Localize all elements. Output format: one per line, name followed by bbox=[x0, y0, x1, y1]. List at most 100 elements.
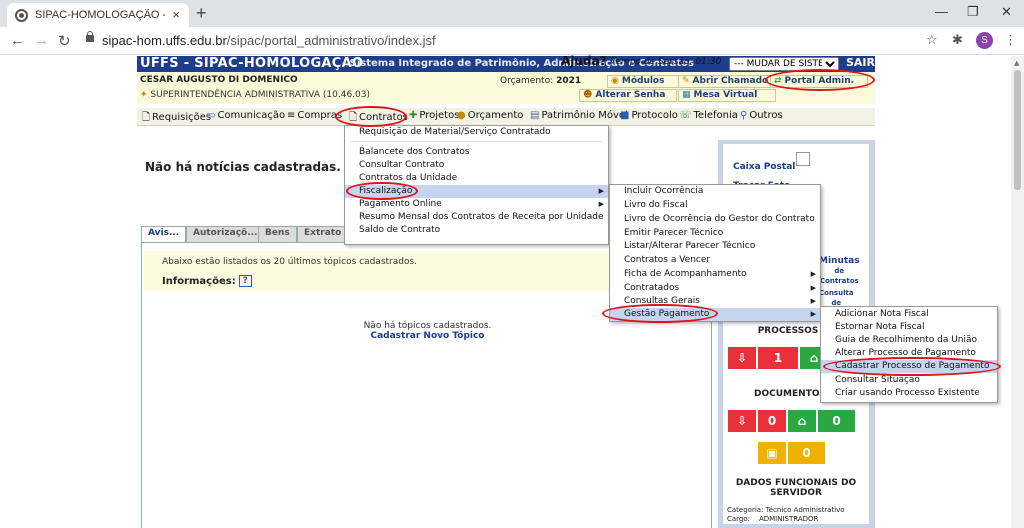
annotation-ring-cadastrar-processo bbox=[823, 357, 1001, 376]
main-menu-bar: 🗋 Requisições ▭ Comunicação ≡ Compras 🗋 Cont… bbox=[137, 108, 875, 126]
logout-button[interactable]: SAIR bbox=[846, 56, 875, 69]
extensions-puzzle-icon[interactable]: ✱ bbox=[952, 33, 963, 48]
menu-item-resumo-mensal[interactable]: Resumo Mensal dos Contratos de Receita p… bbox=[345, 211, 608, 224]
address-bar[interactable]: sipac-hom.uffs.edu.br/sipac/portal_admin… bbox=[80, 30, 925, 52]
menu-item-balancete[interactable]: Balancete dos Contratos bbox=[345, 146, 608, 159]
menu-item-requisicao-material[interactable]: Requisição de Material/Serviço Contratad… bbox=[345, 126, 608, 139]
tab-close-icon[interactable]: × bbox=[172, 7, 180, 22]
annotation-ring-contratos bbox=[335, 106, 407, 127]
new-topic-link[interactable]: Cadastrar Novo Tópico bbox=[142, 331, 713, 341]
menu-item-livro-ocorrencia-gestor[interactable]: Livro de Ocorrência do Gestor do Contrat… bbox=[610, 213, 820, 226]
document-icon: 🗋 bbox=[142, 112, 151, 123]
help-question-icon[interactable]: ? bbox=[238, 275, 252, 287]
orcamento-year: Orçamento: 2021 bbox=[500, 76, 582, 86]
forward-arrow-icon[interactable]: → bbox=[34, 32, 49, 49]
coins-icon: ● bbox=[457, 110, 466, 121]
bookmark-star-icon[interactable]: ☆ bbox=[926, 33, 938, 48]
user-name: CESAR AUGUSTO DI DOMENICO bbox=[140, 75, 298, 85]
gestao-pagamento-submenu: Adicionar Nota Fiscal Estornar Nota Fisc… bbox=[820, 306, 998, 403]
window-close-button[interactable]: ✕ bbox=[1001, 4, 1012, 20]
page-scrollbar[interactable]: ▲ bbox=[1011, 56, 1024, 528]
menu-item-contratados[interactable]: Contratados ▶ bbox=[610, 282, 820, 295]
submenu-arrow-icon: ▶ bbox=[810, 310, 816, 318]
documentos-count-3[interactable]: 0 bbox=[788, 442, 825, 464]
alterar-senha-button[interactable]: ☻ Alterar Senha bbox=[579, 89, 677, 102]
tab-extrato[interactable]: Extrato bbox=[297, 226, 349, 242]
protocol-icon: ■ bbox=[620, 110, 630, 121]
scrollbar-thumb[interactable] bbox=[1014, 70, 1021, 190]
menu-item-listar-parecer[interactable]: Listar/Alterar Parecer Técnico bbox=[610, 240, 820, 253]
menu-comunicacao[interactable]: ▭ Comunicação bbox=[206, 110, 285, 121]
dados-funcionais-details: Categoria: Técnico Administrativo Cargo:… bbox=[727, 506, 845, 523]
menu-projetos[interactable]: ✚ Projetos bbox=[409, 110, 459, 121]
window-minimize-button[interactable]: — bbox=[935, 4, 948, 19]
menu-item-criar-processo-existente[interactable]: Criar usando Processo Existente bbox=[821, 387, 997, 400]
inventory-icon: ▤ bbox=[530, 110, 540, 121]
site-favicon-icon bbox=[15, 8, 28, 22]
menu-item-gru[interactable]: Guia de Recolhimento da União bbox=[821, 334, 997, 347]
minutas-link[interactable]: Minutas de Contratos bbox=[819, 256, 860, 286]
menu-item-contratos-vencer[interactable]: Contratos a Vencer bbox=[610, 254, 820, 267]
no-news-message: Não há notícias cadastradas. bbox=[145, 160, 341, 174]
processos-count[interactable]: 1 bbox=[758, 347, 798, 369]
scroll-up-icon[interactable]: ▲ bbox=[1014, 59, 1019, 67]
profile-avatar[interactable]: S bbox=[976, 32, 993, 49]
menu-orcamento[interactable]: ● Orçamento bbox=[457, 110, 523, 121]
new-tab-button[interactable]: + bbox=[196, 3, 207, 24]
browser-tab-strip: SIPAC-HOMOLOGAÇÃO - Sistema × + — ❐ ✕ bbox=[0, 0, 1024, 27]
tab-title: SIPAC-HOMOLOGAÇÃO - Sistema bbox=[35, 9, 165, 21]
menu-protocolo[interactable]: ■ Protocolo bbox=[620, 110, 678, 121]
abrir-chamado-button[interactable]: ✎ Abrir Chamado bbox=[678, 75, 776, 88]
menu-item-adicionar-nf[interactable]: Adicionar Nota Fiscal bbox=[821, 308, 997, 321]
menu-item-emitir-parecer[interactable]: Emitir Parecer Técnico bbox=[610, 227, 820, 240]
annotation-ring-fiscalizacao bbox=[346, 182, 418, 200]
menu-patrimonio[interactable]: ▤ Patrimônio Móvel bbox=[530, 110, 628, 121]
lock-icon bbox=[86, 31, 94, 42]
tab-autorizacoes[interactable]: Autorizaçõ... bbox=[186, 226, 265, 242]
menu-item-ficha-acompanhamento[interactable]: Ficha de Acompanhamento ▶ bbox=[610, 268, 820, 281]
submenu-arrow-icon: ▶ bbox=[810, 284, 816, 292]
back-arrow-icon[interactable]: ← bbox=[10, 32, 25, 49]
menu-requisicoes[interactable]: 🗋 Requisições bbox=[142, 110, 211, 127]
modulos-icon: ◉ bbox=[611, 76, 619, 86]
search-icon: ⚲ bbox=[740, 110, 748, 121]
user-info-bar: CESAR AUGUSTO DI DOMENICO ✦ SUPERINTENDÊ… bbox=[137, 72, 875, 104]
message-icon: ▭ bbox=[206, 110, 216, 121]
no-topics-message: Não há tópicos cadastrados. bbox=[363, 321, 492, 331]
documentos-download-icon[interactable]: ⇩ bbox=[728, 410, 756, 432]
menu-separator bbox=[351, 141, 601, 142]
processos-download-icon[interactable]: ⇩ bbox=[728, 347, 756, 369]
browser-tab[interactable]: SIPAC-HOMOLOGAÇÃO - Sistema × bbox=[7, 3, 189, 27]
desk-icon: ▦ bbox=[682, 90, 691, 100]
menu-outros[interactable]: ⚲ Outros bbox=[740, 110, 783, 121]
tab-bens[interactable]: Bens bbox=[258, 226, 297, 242]
consulta-link[interactable]: Consulta de bbox=[819, 288, 854, 308]
submenu-arrow-icon: ▶ bbox=[810, 270, 816, 278]
reload-icon[interactable]: ↻ bbox=[58, 32, 71, 50]
documentos-count-1[interactable]: 0 bbox=[758, 410, 786, 432]
menu-compras[interactable]: ≡ Compras bbox=[287, 110, 342, 121]
menu-item-estornar-nf[interactable]: Estornar Nota Fiscal bbox=[821, 321, 997, 334]
caixa-postal-link[interactable]: Caixa Postal bbox=[733, 162, 795, 172]
annotation-ring-gestao-pagamento bbox=[602, 304, 718, 323]
documentos-home-icon[interactable]: ⌂ bbox=[788, 410, 816, 432]
menu-item-incluir-ocorrencia[interactable]: Incluir Ocorrência bbox=[610, 185, 820, 198]
help-link[interactable]: Ajuda? bbox=[561, 54, 607, 68]
wrench-icon: ✎ bbox=[682, 76, 690, 86]
submenu-arrow-icon: ▶ bbox=[598, 187, 604, 195]
page-content: UFFS - SIPAC-HOMOLOGAÇÃO - Sistema Integ… bbox=[0, 54, 1024, 528]
browser-menu-icon[interactable]: ⋮ bbox=[1004, 33, 1017, 48]
menu-item-consultar-contrato[interactable]: Consultar Contrato bbox=[345, 159, 608, 172]
mesa-virtual-button[interactable]: ▦ Mesa Virtual bbox=[678, 89, 776, 102]
window-restore-button[interactable]: ❐ bbox=[967, 4, 979, 20]
documentos-yellow-icon[interactable]: ▣ bbox=[758, 442, 786, 464]
browser-toolbar: ← → ↻ sipac-hom.uffs.edu.br/sipac/portal… bbox=[0, 27, 1024, 55]
system-title: UFFS - SIPAC-HOMOLOGAÇÃO bbox=[140, 56, 364, 71]
menu-telefonia[interactable]: ☏ Telefonia bbox=[679, 110, 738, 121]
menu-item-livro-fiscal[interactable]: Livro do Fiscal bbox=[610, 199, 820, 212]
tab-avisos[interactable]: Avis... bbox=[141, 226, 187, 242]
menu-item-saldo-contrato[interactable]: Saldo de Contrato bbox=[345, 224, 608, 237]
cart-icon: ≡ bbox=[287, 110, 296, 121]
url-text: sipac-hom.uffs.edu.br/sipac/portal_admin… bbox=[102, 33, 436, 48]
documentos-count-2[interactable]: 0 bbox=[818, 410, 855, 432]
